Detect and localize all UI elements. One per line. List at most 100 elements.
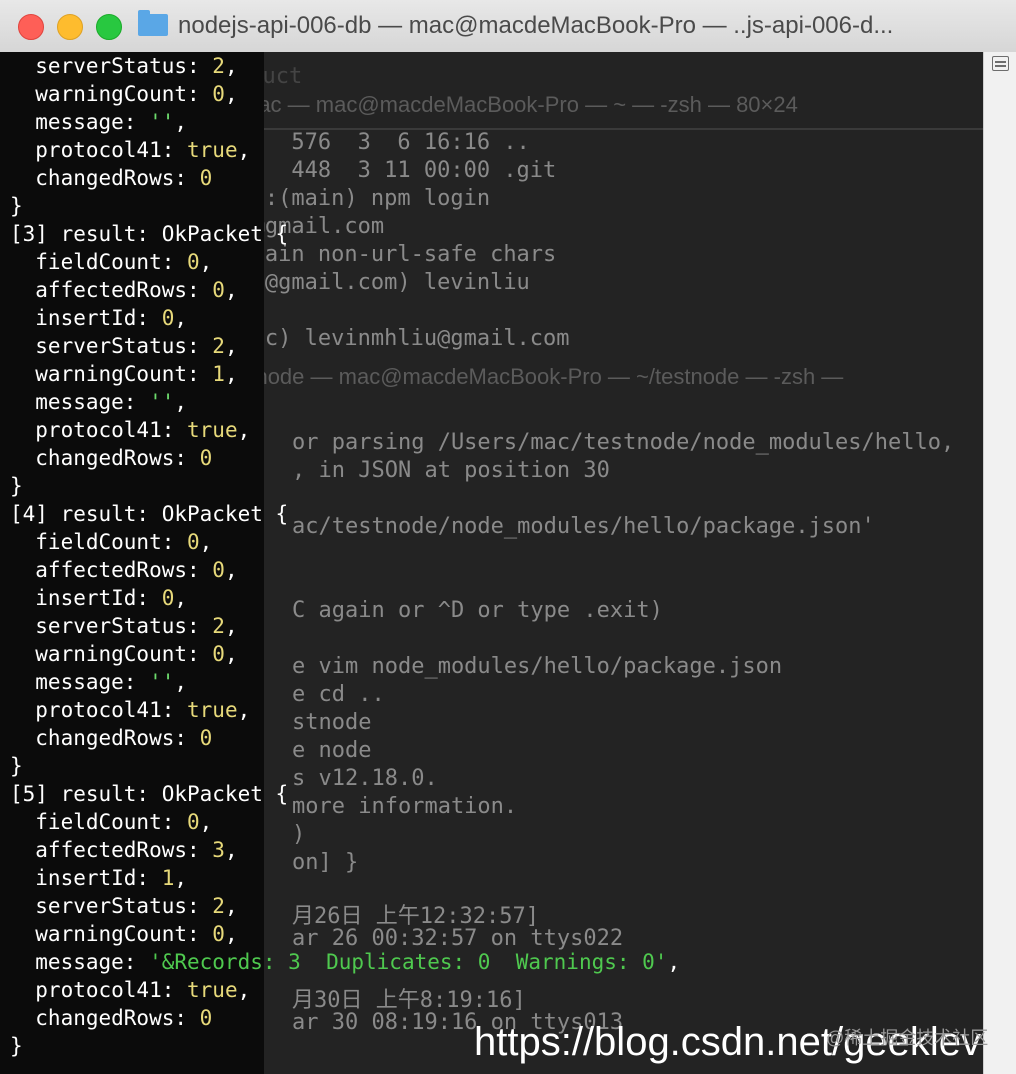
terminal-line: warningCount: 0,	[10, 920, 238, 948]
terminal-line: message: '&Records: 3 Duplicates: 0 Warn…	[10, 948, 680, 976]
line-punct: ,	[224, 362, 238, 386]
line-key: [4] result: OkPacket {	[10, 502, 289, 526]
terminal-line: changedRows: 0	[10, 444, 212, 472]
line-value: 1	[212, 362, 225, 386]
terminal-line: warningCount: 1,	[10, 360, 238, 388]
folder-icon	[138, 10, 168, 36]
line-value: true	[187, 978, 238, 1002]
line-key: changedRows:	[10, 726, 200, 750]
line-value: 0	[212, 278, 225, 302]
line-punct: ,	[224, 922, 238, 946]
line-value: 0	[199, 1006, 213, 1030]
terminal-line: protocol41: true,	[10, 416, 250, 444]
line-key: fieldCount:	[10, 810, 188, 834]
terminal-line: }	[10, 192, 23, 220]
terminal-line: message: '',	[10, 668, 187, 696]
line-key: protocol41:	[10, 138, 188, 162]
line-key: fieldCount:	[10, 250, 188, 274]
terminal-line: protocol41: true,	[10, 976, 250, 1004]
terminal-line: affectedRows: 0,	[10, 276, 238, 304]
line-key: [3] result: OkPacket {	[10, 222, 289, 246]
line-punct: ,	[667, 950, 681, 974]
watermark-site: @稀土掘金技术社区	[826, 1028, 989, 1048]
line-value: 0	[187, 530, 200, 554]
line-punct: ,	[199, 530, 213, 554]
line-key: changedRows:	[10, 166, 200, 190]
terminal-line: protocol41: true,	[10, 696, 250, 724]
background-line: ac/testnode/node_modules/hello/package.j…	[292, 514, 875, 539]
line-string: ''	[149, 110, 175, 134]
terminal-line: changedRows: 0	[10, 724, 212, 752]
line-key: insertId:	[10, 866, 162, 890]
line-punct: ,	[237, 698, 251, 722]
background-line: , in JSON at position 30	[292, 458, 610, 483]
line-value: 0	[161, 586, 175, 610]
background-tab-label: mac — mac@macdeMacBook-Pro — ~ — -zsh — …	[240, 92, 798, 117]
terminal-line: serverStatus: 2,	[10, 612, 238, 640]
line-punct: ,	[224, 82, 238, 106]
line-value: 0	[187, 810, 200, 834]
close-window-button[interactable]	[18, 14, 44, 40]
line-punct: ,	[237, 138, 251, 162]
line-value: 0	[212, 558, 225, 582]
line-string: ''	[149, 670, 175, 694]
line-punct: ,	[224, 614, 238, 638]
zoom-window-button[interactable]	[96, 14, 122, 40]
line-punct: ,	[224, 894, 238, 918]
line-value: 0	[161, 306, 175, 330]
line-key: affectedRows:	[10, 558, 213, 582]
background-line: or parsing /Users/mac/testnode/node_modu…	[292, 430, 955, 455]
line-key: }	[10, 1034, 23, 1058]
terminal-line: }	[10, 752, 23, 780]
background-line: e cd ..	[292, 682, 385, 707]
terminal-line: warningCount: 0,	[10, 80, 238, 108]
line-string: '&Records: 3 Duplicates: 0 Warnings: 0'	[149, 950, 668, 974]
line-punct: ,	[224, 838, 238, 862]
line-key: warningCount:	[10, 362, 213, 386]
minimize-window-button[interactable]	[57, 14, 83, 40]
terminal-line: affectedRows: 0,	[10, 556, 238, 584]
line-value: 0	[212, 82, 225, 106]
line-punct: ,	[174, 110, 188, 134]
line-punct: ,	[199, 250, 213, 274]
line-value: 0	[187, 250, 200, 274]
terminal-line: [4] result: OkPacket {	[10, 500, 288, 528]
terminal-line: [5] result: OkPacket {	[10, 780, 288, 808]
line-punct: ,	[224, 558, 238, 582]
terminal-line: insertId: 0,	[10, 584, 187, 612]
line-punct: ,	[224, 278, 238, 302]
scrollbar[interactable]	[983, 52, 1016, 1074]
line-key: warningCount:	[10, 82, 213, 106]
background-tab-label: testnode — mac@macdeMacBook-Pro — ~/test…	[220, 364, 844, 389]
line-punct: ,	[224, 642, 238, 666]
line-punct: ,	[174, 306, 188, 330]
split-pane-icon[interactable]	[992, 56, 1009, 71]
line-value: 2	[212, 614, 225, 638]
line-key: protocol41:	[10, 978, 188, 1002]
line-value: 2	[212, 894, 225, 918]
line-key: }	[10, 194, 23, 218]
line-key: message:	[10, 950, 150, 974]
line-key: warningCount:	[10, 642, 213, 666]
terminal-output[interactable]: serverStatus: 2, warningCount: 0, messag…	[0, 52, 680, 1074]
terminal-line: serverStatus: 2,	[10, 52, 238, 80]
line-string: ''	[149, 390, 175, 414]
background-line: on] }	[292, 850, 359, 875]
terminal-line: }	[10, 472, 23, 500]
line-punct: ,	[174, 670, 188, 694]
line-punct: ,	[224, 54, 238, 78]
line-punct: ,	[199, 810, 213, 834]
line-key: serverStatus:	[10, 54, 213, 78]
line-key: changedRows:	[10, 446, 200, 470]
line-key: serverStatus:	[10, 614, 213, 638]
line-key: affectedRows:	[10, 278, 213, 302]
line-punct: ,	[237, 978, 251, 1002]
line-key: serverStatus:	[10, 334, 213, 358]
window-titlebar[interactable]: nodejs-api-006-db — mac@macdeMacBook-Pro…	[0, 0, 1016, 53]
terminal-line: message: '',	[10, 388, 187, 416]
terminal-line: fieldCount: 0,	[10, 808, 212, 836]
terminal-line: [3] result: OkPacket {	[10, 220, 288, 248]
background-line: )	[292, 822, 306, 847]
line-key: [5] result: OkPacket {	[10, 782, 289, 806]
line-key: warningCount:	[10, 922, 213, 946]
